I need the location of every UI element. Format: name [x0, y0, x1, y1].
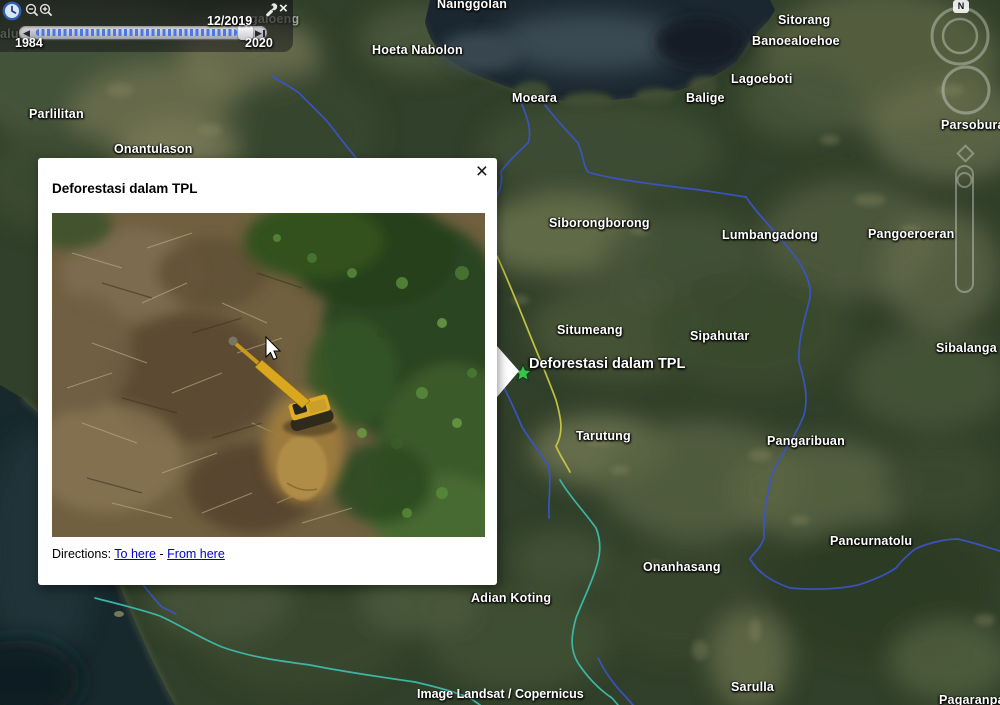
placemark-label[interactable]: Deforestasi dalam TPL [529, 356, 685, 372]
zoom-out-icon[interactable] [25, 3, 40, 18]
directions-from-here-link[interactable]: From here [167, 547, 225, 561]
clock-icon[interactable] [2, 1, 22, 21]
directions-row: Directions: To here - From here [52, 547, 225, 561]
close-icon[interactable]: × [472, 159, 492, 185]
google-earth-window: NainggolanHoeta NabolonMoearaBaligeLagoe… [0, 0, 1000, 705]
info-popup: × Deforestasi dalam TPL [38, 158, 497, 585]
directions-label: Directions: [52, 547, 111, 561]
directions-separator: - [159, 547, 163, 561]
end-year-label: 2020 [245, 36, 273, 50]
popup-tail [497, 346, 519, 397]
start-year-label: 1984 [15, 36, 43, 50]
time-tick-marks [36, 29, 237, 36]
zoom-in-icon[interactable] [39, 3, 54, 18]
directions-to-here-link[interactable]: To here [114, 547, 156, 561]
imagery-attribution: Image Landsat / Copernicus [417, 687, 584, 701]
popup-title: Deforestasi dalam TPL [52, 181, 198, 196]
current-date-label: 12/2019 [207, 14, 252, 28]
wrench-settings-icon[interactable] [264, 2, 280, 18]
close-slider-icon[interactable]: × [279, 0, 288, 17]
north-indicator[interactable]: N [953, 0, 969, 13]
deforestation-photo [52, 213, 485, 537]
historical-imagery-slider: × ◀ ▶ 12/2019 1984 2020 [0, 0, 293, 52]
